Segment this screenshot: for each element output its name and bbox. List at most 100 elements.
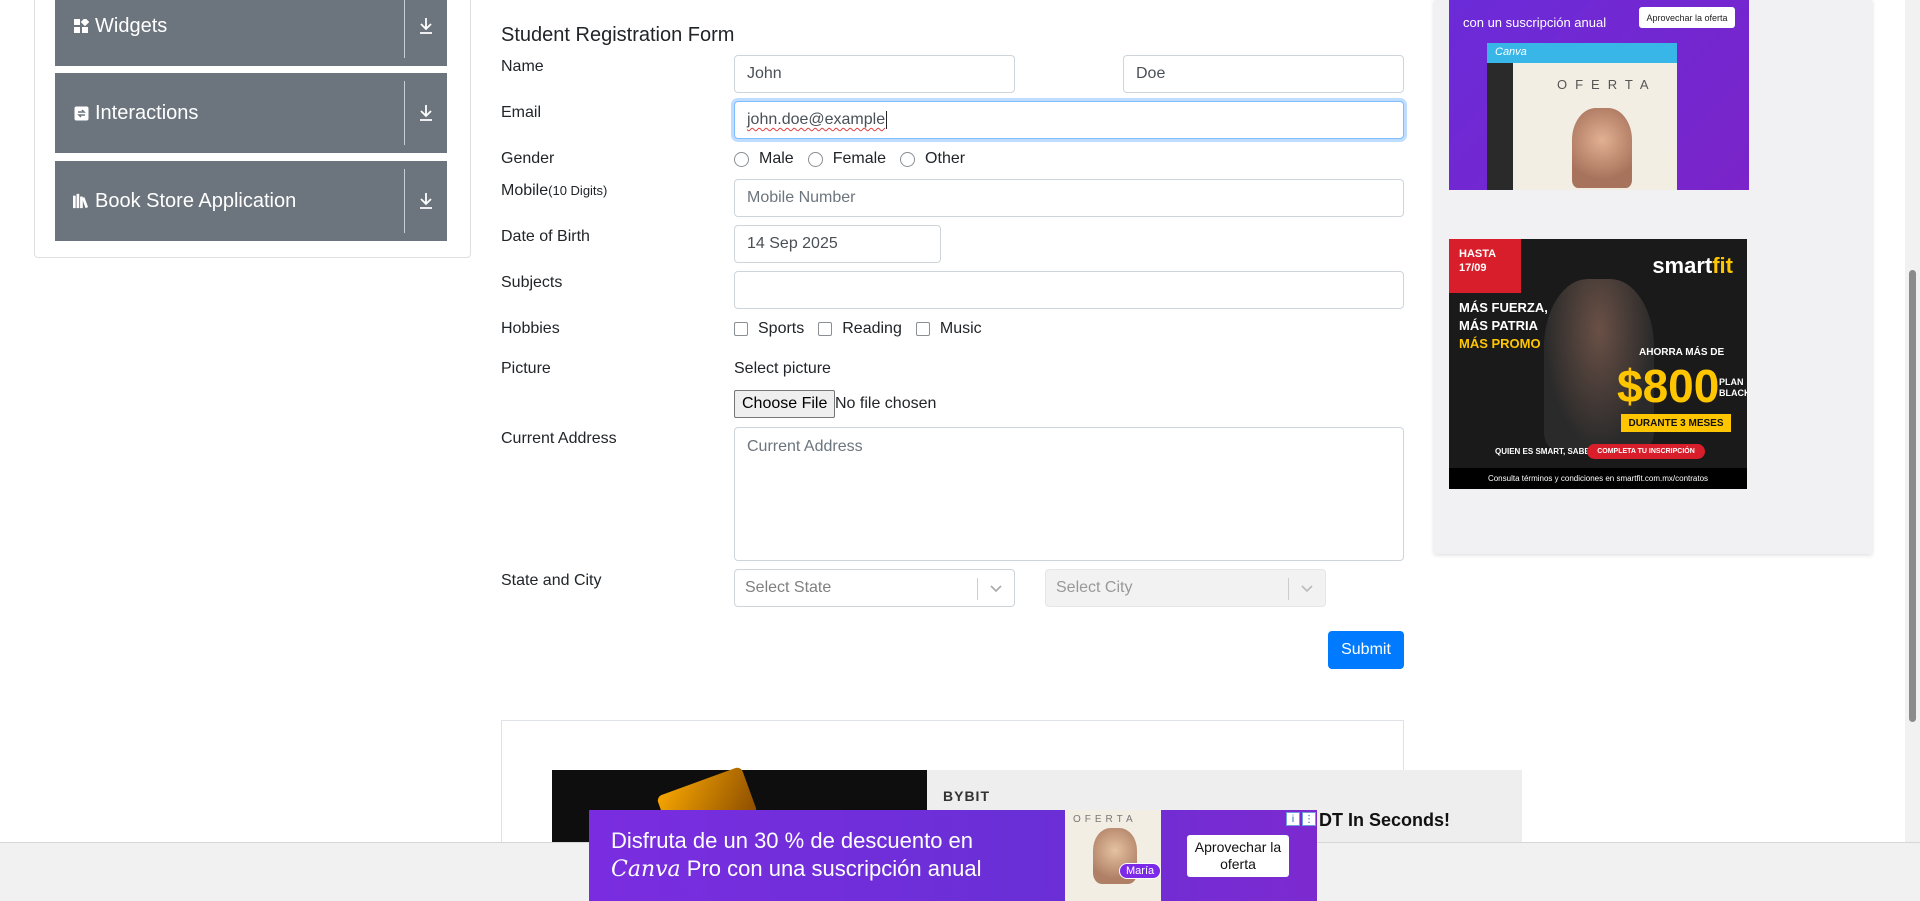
ad-name-tag: María bbox=[1119, 863, 1162, 879]
ad-date: 17/09 bbox=[1459, 262, 1487, 274]
ad-oferta: OFERTA bbox=[1073, 814, 1137, 825]
hobbies-options: Sports Reading Music bbox=[734, 320, 996, 338]
ad-plan: PLAN BLACK bbox=[1719, 377, 1747, 398]
divider bbox=[1288, 578, 1289, 600]
checkbox[interactable] bbox=[734, 322, 748, 336]
checkbox[interactable] bbox=[915, 322, 930, 336]
first-name-input[interactable]: John bbox=[734, 55, 1015, 93]
ad-quien: QUIEN ES SMART, SABE. bbox=[1495, 447, 1592, 456]
ad-terms: Consulta términos y condiciones en smart… bbox=[1449, 468, 1747, 489]
ad-claim: MÁS FUERZA, MÁS PATRIA MÁS PROMO bbox=[1459, 299, 1548, 353]
scrollbar-thumb[interactable] bbox=[1909, 270, 1916, 722]
name-label: Name bbox=[501, 58, 544, 75]
email-input[interactable]: john.doe@example bbox=[734, 101, 1404, 139]
sidebar-group-label: Interactions bbox=[95, 101, 199, 124]
ad-image: OFERTA María bbox=[1065, 810, 1162, 901]
radio-button[interactable] bbox=[900, 151, 916, 167]
state-placeholder: Select State bbox=[745, 579, 832, 596]
claim-line: MÁS PATRIA bbox=[1459, 318, 1538, 333]
mobile-input[interactable]: Mobile Number bbox=[734, 179, 1404, 217]
option-label: Reading bbox=[842, 320, 902, 337]
chevron-down-icon bbox=[1299, 580, 1315, 601]
download-icon[interactable] bbox=[405, 73, 447, 153]
download-icon[interactable] bbox=[405, 0, 447, 66]
ad-cta-button[interactable]: Aprovechar la oferta bbox=[1639, 7, 1735, 28]
sidebar-group-label: Widgets bbox=[95, 14, 168, 37]
gender-other-option[interactable]: Other bbox=[900, 150, 965, 168]
logo-part: fit bbox=[1712, 253, 1733, 278]
divider bbox=[977, 578, 978, 600]
more-options-icon[interactable]: ⋮ bbox=[1302, 812, 1316, 826]
no-file-text: No file chosen bbox=[835, 395, 937, 412]
ad-date-badge: HASTA 17/09 bbox=[1449, 239, 1521, 293]
ad-oferta: OFERTA bbox=[1557, 77, 1657, 92]
state-city-label: State and City bbox=[501, 572, 602, 589]
canva-ad-bottom[interactable]: Disfruta de un 30 % de descuento en Canv… bbox=[589, 810, 1317, 901]
bybit-headline: DT In Seconds! bbox=[1319, 810, 1451, 830]
checkbox[interactable] bbox=[818, 322, 833, 336]
ad-cta-button[interactable]: Aprovechar la oferta bbox=[1187, 835, 1289, 877]
hobby-reading-option[interactable]: Reading bbox=[818, 320, 902, 338]
sidebar-group-widgets[interactable]: Widgets bbox=[55, 0, 447, 66]
current-address-textarea[interactable]: Current Address bbox=[734, 427, 1404, 561]
download-icon[interactable] bbox=[405, 161, 447, 241]
last-name-input[interactable]: Doe bbox=[1123, 55, 1404, 93]
ad-line-2: Canva Pro con una suscripción anual bbox=[611, 856, 982, 882]
book-icon bbox=[73, 193, 89, 209]
mobile-hint: (10 Digits) bbox=[548, 183, 608, 198]
email-label: Email bbox=[501, 104, 542, 121]
gender-label: Gender bbox=[501, 150, 555, 167]
ad-completa-button[interactable]: COMPLETA TU INSCRIPCIÓN bbox=[1587, 444, 1705, 459]
ad-brand: Canva bbox=[1495, 46, 1527, 58]
option-label: Other bbox=[925, 150, 966, 167]
gender-male-option[interactable]: Male bbox=[734, 150, 794, 168]
email-value: john.doe@example bbox=[747, 111, 886, 128]
ad-choices[interactable]: i ⋮ bbox=[1286, 812, 1316, 826]
sidebar-group-book-store[interactable]: Book Store Application bbox=[55, 161, 447, 241]
smartfit-logo: smartfit bbox=[1652, 253, 1733, 279]
ad-tagline: con un suscripción anual bbox=[1463, 15, 1607, 30]
claim-line: MÁS FUERZA, bbox=[1459, 300, 1548, 315]
dob-input[interactable]: 14 Sep 2025 bbox=[734, 225, 941, 263]
ad-amount: $800 bbox=[1617, 360, 1720, 412]
ad-line-1: Disfruta de un 30 % de descuento en bbox=[611, 828, 974, 853]
ad-line-2-rest: Pro con una suscripción anual bbox=[680, 856, 982, 881]
bybit-logo: BYBIT bbox=[943, 788, 990, 804]
gender-female-option[interactable]: Female bbox=[807, 150, 887, 168]
city-placeholder: Select City bbox=[1056, 579, 1133, 596]
subjects-input[interactable] bbox=[734, 271, 1404, 309]
smartfit-ad[interactable]: HASTA 17/09 smartfit MÁS FUERZA, MÁS PATR… bbox=[1449, 239, 1747, 489]
state-select[interactable]: Select State bbox=[734, 569, 1015, 607]
subjects-label: Subjects bbox=[501, 274, 563, 291]
chevron-down-icon bbox=[988, 580, 1004, 601]
ad-brand: Canva bbox=[611, 857, 681, 882]
ad-sidebar-graphic bbox=[1487, 63, 1513, 190]
ad-image: Canva OFERTA bbox=[1487, 43, 1677, 190]
choose-file-button[interactable]: Choose File bbox=[734, 390, 836, 418]
option-label: Sports bbox=[758, 320, 805, 337]
submit-button[interactable]: Submit bbox=[1328, 631, 1404, 669]
claim-line: MÁS PROMO bbox=[1459, 336, 1541, 351]
sidebar-group-interactions[interactable]: Interactions bbox=[55, 73, 447, 153]
city-select[interactable]: Select City bbox=[1045, 569, 1326, 607]
option-label: Music bbox=[939, 320, 982, 337]
text-cursor bbox=[886, 111, 888, 129]
canva-ad-top[interactable]: con un suscripción anual Aprovechar la o… bbox=[1449, 0, 1749, 190]
ad-portrait bbox=[1572, 108, 1632, 188]
dob-label: Date of Birth bbox=[501, 228, 590, 245]
hobby-music-option[interactable]: Music bbox=[915, 320, 982, 338]
option-label: Female bbox=[832, 150, 887, 167]
hobbies-label: Hobbies bbox=[501, 320, 560, 337]
hobby-sports-option[interactable]: Sports bbox=[734, 320, 804, 338]
picture-label: Picture bbox=[501, 360, 551, 377]
ad-ahorra: AHORRA MÁS DE bbox=[1639, 347, 1725, 358]
radio-button[interactable] bbox=[807, 151, 823, 167]
select-picture-label: Select picture bbox=[734, 360, 831, 377]
address-label: Current Address bbox=[501, 430, 617, 447]
form-title: Student Registration Form bbox=[501, 24, 735, 46]
option-label: Male bbox=[759, 150, 794, 167]
info-icon[interactable]: i bbox=[1286, 812, 1300, 826]
logo-part: smart bbox=[1652, 253, 1713, 278]
radio-button[interactable] bbox=[734, 151, 749, 167]
mobile-label: Mobile(10 Digits) bbox=[501, 182, 607, 200]
